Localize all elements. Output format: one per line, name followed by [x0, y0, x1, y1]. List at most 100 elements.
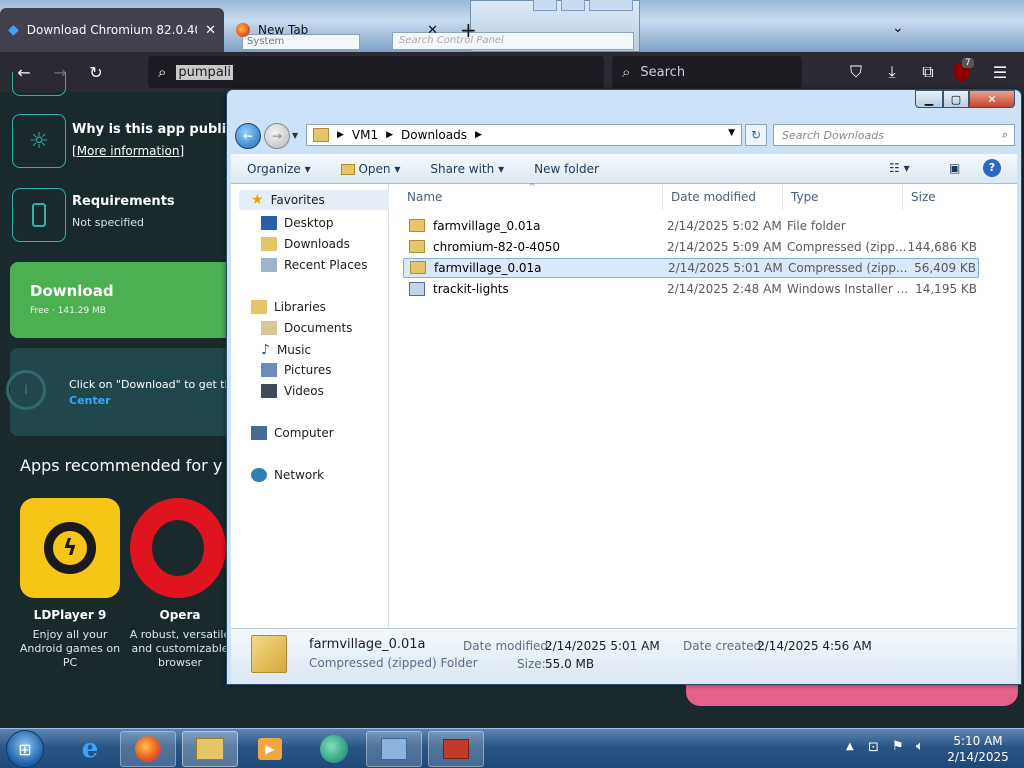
organize-menu[interactable]: Organize ▾: [247, 162, 311, 176]
toolbox-taskbar-icon[interactable]: [428, 731, 484, 767]
ublock-badge-count: 7: [962, 58, 974, 68]
more-information-link[interactable]: [More information]: [72, 144, 184, 158]
close-button[interactable]: ✕: [969, 90, 1015, 108]
preview-pane-icon[interactable]: ▣: [949, 161, 960, 175]
details-modified-label: Date modified:: [463, 639, 553, 653]
media-player-icon[interactable]: ▶: [242, 731, 298, 767]
action-center-flag-icon[interactable]: ⚑: [892, 739, 904, 754]
nav-favorites[interactable]: ★ Favorites: [239, 190, 389, 210]
explorer-taskbar-icon[interactable]: [182, 731, 238, 767]
close-tab-icon[interactable]: ✕: [427, 23, 438, 38]
tab-chromium-download[interactable]: ◆ Download Chromium 82.0.4050 ✕: [0, 8, 224, 52]
navigation-pane: ★ Favorites Desktop Downloads Recent Plac…: [231, 184, 389, 628]
nav-music[interactable]: ♪ Music: [261, 342, 311, 358]
details-pane: farmvillage_0.01a Compressed (zipped) Fo…: [231, 628, 1017, 684]
nav-computer[interactable]: Computer: [251, 426, 334, 440]
nav-pictures[interactable]: Pictures: [261, 363, 332, 377]
downloads-folder-icon: [261, 237, 277, 251]
search-bar[interactable]: ⌕ Search: [612, 56, 802, 88]
new-folder-button[interactable]: New folder: [534, 162, 599, 176]
address-bar[interactable]: ▶ VM1 ▶ Downloads ▶ ▼: [306, 124, 742, 146]
network-icon: [251, 468, 267, 482]
desktop-icon: [261, 216, 277, 230]
minimize-button[interactable]: ▁: [915, 90, 943, 108]
lightning-icon: ϟ: [44, 522, 96, 574]
app-name[interactable]: LDPlayer 9: [20, 608, 120, 622]
list-all-tabs-chevron-icon[interactable]: ⌄: [892, 20, 904, 36]
reload-icon[interactable]: ↻: [84, 60, 108, 84]
hamburger-menu-icon[interactable]: ☰: [988, 60, 1012, 84]
folder-icon: [409, 219, 425, 232]
forward-arrow-icon[interactable]: →: [264, 123, 290, 149]
refresh-icon[interactable]: ↻: [745, 124, 767, 146]
nav-network[interactable]: Network: [251, 468, 324, 482]
help-icon[interactable]: ?: [983, 159, 1001, 177]
file-row-selected[interactable]: farmvillage_0.01a 2/14/2025 5:01 AM Comp…: [403, 258, 979, 278]
column-header-date[interactable]: Date modified: [663, 184, 783, 210]
requirements-title: Requirements: [72, 194, 175, 209]
file-type: Windows Installer ...: [787, 282, 909, 296]
recent-pages-chevron-icon[interactable]: ▼: [292, 131, 298, 140]
open-menu[interactable]: Open ▾: [340, 162, 400, 176]
back-arrow-icon[interactable]: ←: [235, 123, 261, 149]
folder-icon: [340, 163, 355, 175]
tab-new-tab[interactable]: New Tab ✕: [230, 8, 444, 52]
internet-explorer-icon[interactable]: e: [62, 731, 118, 767]
window-controls: ▁ ▢ ✕: [915, 90, 1015, 108]
nav-downloads[interactable]: Downloads: [261, 237, 350, 251]
new-tab-plus-icon[interactable]: +: [460, 18, 477, 42]
file-size: 14,195 KB: [915, 282, 977, 296]
file-row[interactable]: trackit-lights 2/14/2025 2:48 AM Windows…: [403, 279, 979, 299]
change-view-icon[interactable]: ☷ ▾: [889, 161, 910, 175]
command-bar: Organize ▾ Open ▾ Share with ▾ New folde…: [231, 154, 1017, 184]
file-row[interactable]: farmvillage_0.01a 2/14/2025 5:02 AM File…: [403, 216, 979, 236]
pictures-icon: [261, 363, 277, 377]
address-dropdown-chevron-icon[interactable]: ▼: [728, 128, 735, 138]
app-name[interactable]: Opera: [130, 608, 230, 622]
requirements-value: Not specified: [72, 216, 145, 229]
file-date: 2/14/2025 5:02 AM: [667, 219, 782, 233]
downloads-icon[interactable]: ⤓: [880, 60, 904, 84]
download-info-box: i Click on "Download" to get th Center: [6, 348, 232, 436]
folder-icon: [313, 128, 329, 142]
app-description: Enjoy all your Android games on PC: [19, 628, 121, 669]
ldplayer-logo[interactable]: ϟ: [20, 498, 120, 598]
maximize-button[interactable]: ▢: [943, 90, 969, 108]
url-bar[interactable]: ⌕ pumpali: [148, 56, 604, 88]
opera-logo[interactable]: [130, 498, 226, 598]
url-text[interactable]: pumpali: [176, 64, 234, 80]
firefox-taskbar-icon[interactable]: [120, 731, 176, 767]
center-link[interactable]: Center: [69, 394, 111, 407]
documents-icon: [261, 321, 277, 335]
close-tab-icon[interactable]: ✕: [205, 23, 216, 38]
share-with-menu[interactable]: Share with ▾: [430, 162, 504, 176]
network-tray-icon[interactable]: ⊡: [868, 740, 879, 755]
volume-muted-icon[interactable]: 🔈︎: [916, 739, 924, 754]
file-row[interactable]: chromium-82-0-4050 2/14/2025 5:09 AM Com…: [403, 237, 979, 257]
file-name: farmvillage_0.01a: [433, 219, 541, 233]
nav-libraries[interactable]: Libraries: [251, 300, 326, 314]
apps-recommended-heading: Apps recommended for y: [20, 456, 223, 475]
pocket-icon[interactable]: ⛉: [844, 60, 868, 84]
ublock-origin-icon[interactable]: 7: [952, 58, 976, 84]
clock[interactable]: 5:10 AM 2/14/2025: [938, 733, 1018, 765]
zip-folder-large-icon: [251, 635, 287, 673]
app-globe-icon[interactable]: [306, 731, 362, 767]
control-panel-taskbar-icon[interactable]: [366, 731, 422, 767]
column-header-type[interactable]: Type: [783, 184, 903, 210]
start-button[interactable]: ⊞: [6, 730, 44, 768]
search-downloads-input[interactable]: Search Downloads ⌕: [773, 124, 1015, 146]
show-hidden-icons-chevron-icon[interactable]: ▲: [846, 741, 854, 752]
nav-documents[interactable]: Documents: [261, 321, 352, 335]
download-button[interactable]: Download Free · 141.29 MB: [10, 262, 226, 338]
search-icon: ⌕: [1001, 128, 1008, 141]
nav-recent-places[interactable]: Recent Places: [261, 258, 367, 272]
breadcrumb-downloads[interactable]: Downloads: [401, 128, 467, 142]
pink-button-partial[interactable]: [686, 684, 1018, 706]
extensions-icon[interactable]: ⧉: [916, 60, 940, 84]
nav-desktop[interactable]: Desktop: [261, 216, 334, 230]
breadcrumb-vm1[interactable]: VM1: [352, 128, 378, 142]
download-label: Download: [30, 282, 114, 300]
nav-videos[interactable]: Videos: [261, 384, 324, 398]
column-header-size[interactable]: Size: [903, 184, 983, 210]
